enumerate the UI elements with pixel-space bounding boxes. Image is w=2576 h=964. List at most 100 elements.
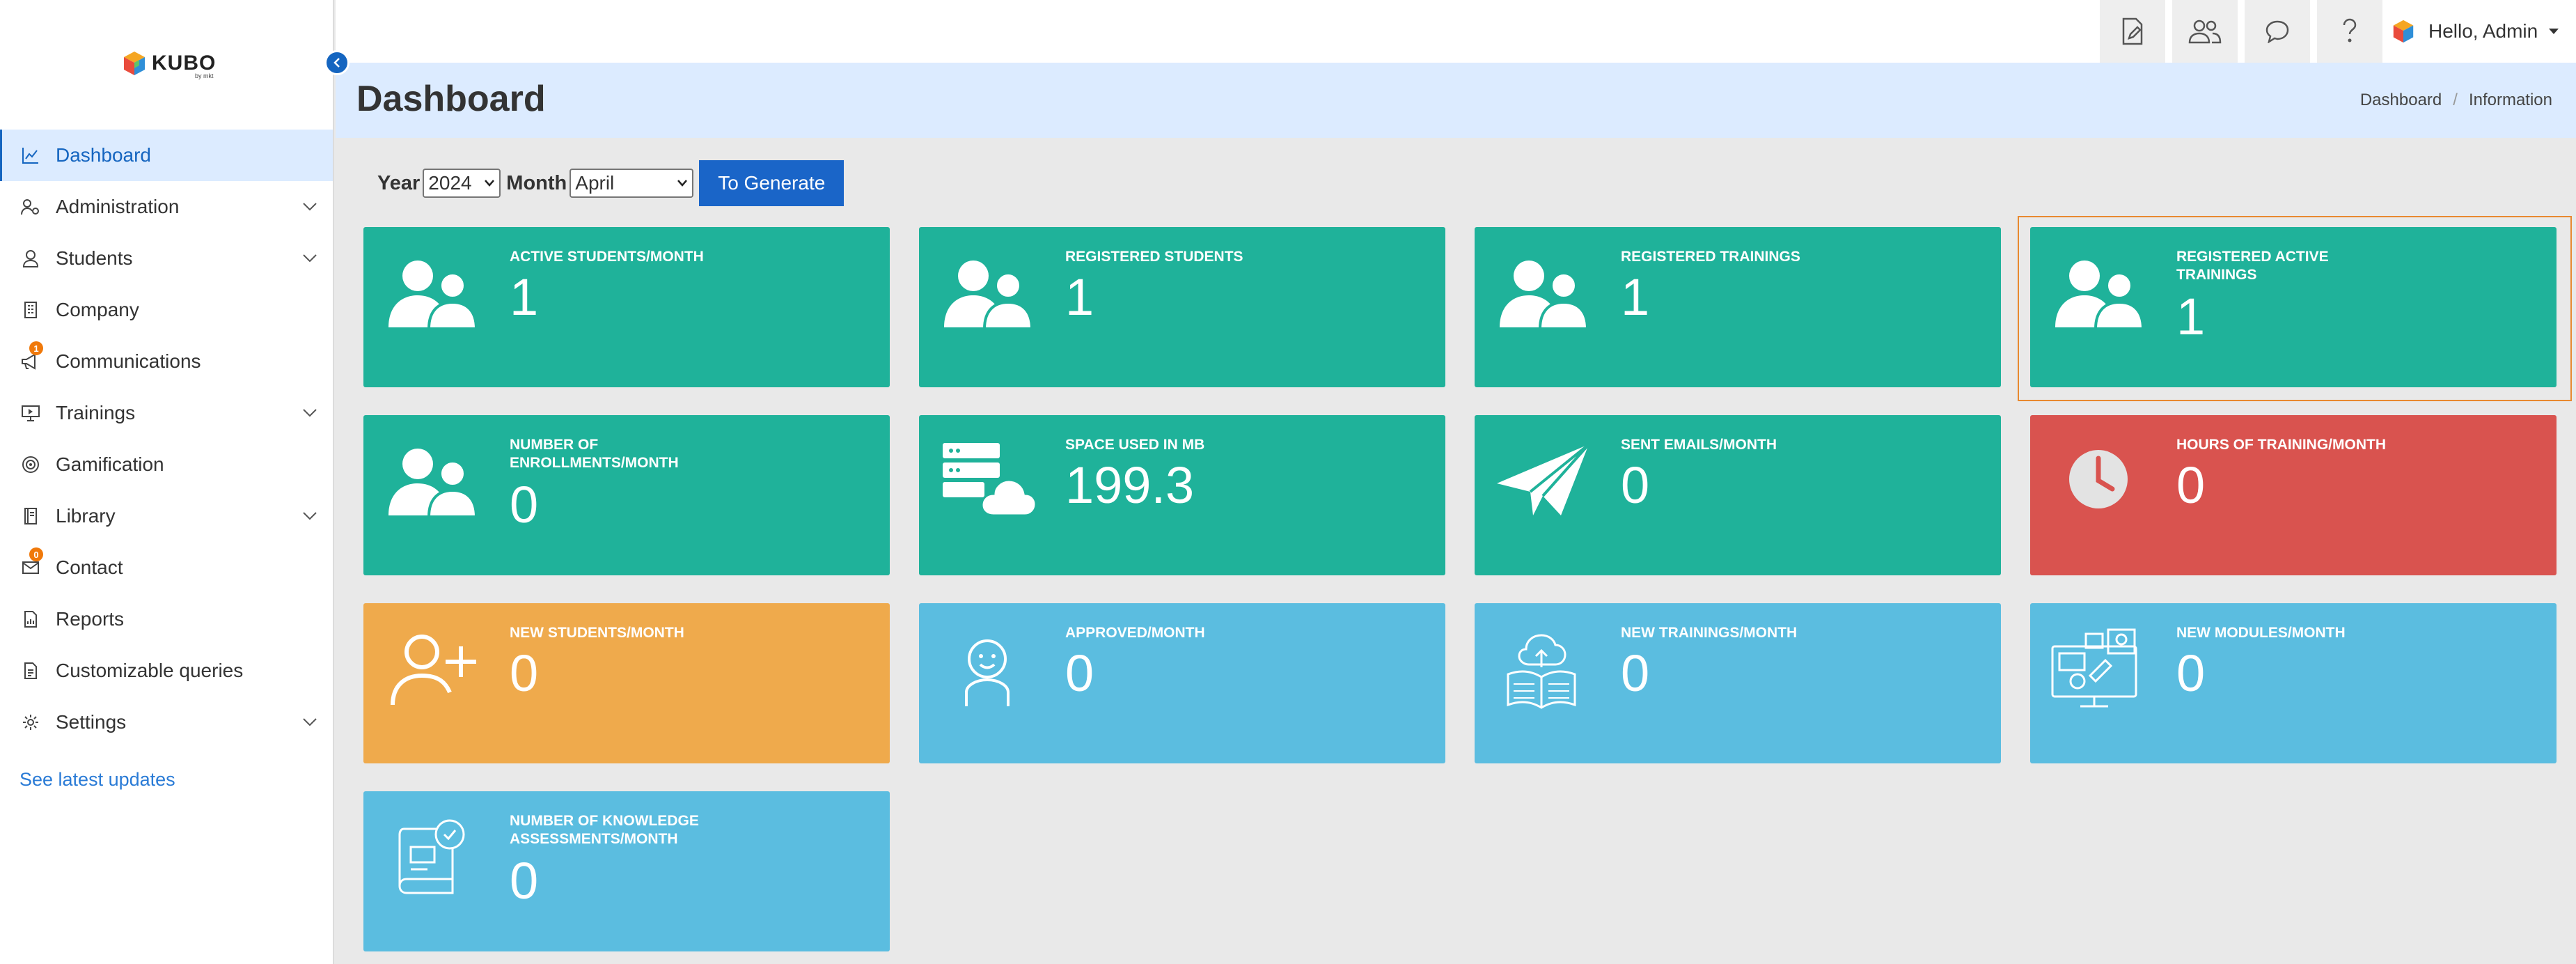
assessment-book-icon bbox=[398, 819, 465, 894]
user-plus-icon bbox=[391, 635, 476, 706]
notification-badge: 0 bbox=[29, 547, 43, 561]
server-cloud-icon bbox=[943, 443, 1036, 517]
card-label: SPACE USED IN MB bbox=[1065, 437, 1205, 453]
stat-card-approved-month[interactable]: APPROVED/MONTH 0 bbox=[919, 603, 1445, 763]
sidebar-item-customizable-queries[interactable]: Customizable queries bbox=[0, 645, 333, 697]
notification-badge: 1 bbox=[29, 341, 43, 355]
users-icon bbox=[1500, 261, 1589, 330]
chevron-down-icon bbox=[299, 248, 320, 269]
sidebar-item-label: Administration bbox=[56, 196, 180, 217]
stat-card-hours-of-training-month[interactable]: HOURS OF TRAINING/MONTH 0 bbox=[2030, 415, 2557, 575]
breadcrumb-item-information: Information bbox=[2468, 91, 2552, 109]
report-icon bbox=[19, 608, 42, 630]
sidebar-menu: Dashboard Administration Students Compan… bbox=[0, 130, 333, 748]
card-value: 0 bbox=[1621, 644, 1650, 702]
page-title: Dashboard bbox=[356, 79, 546, 119]
sidebar-item-label: Dashboard bbox=[56, 144, 151, 166]
smile-user-icon bbox=[965, 639, 1010, 706]
sidebar-item-trainings[interactable]: Trainings bbox=[0, 387, 333, 439]
users-icon bbox=[388, 449, 478, 518]
clock-icon bbox=[2069, 450, 2128, 508]
stat-card-registered-students[interactable]: REGISTERED STUDENTS 1 bbox=[919, 227, 1445, 387]
card-value: 1 bbox=[2176, 288, 2206, 345]
presentation-icon bbox=[19, 402, 42, 424]
sidebar-item-label: Communications bbox=[56, 350, 201, 372]
card-value: 0 bbox=[510, 852, 539, 910]
card-label: REGISTERED ACTIVE TRAININGS bbox=[2176, 249, 2329, 283]
card-value: 1 bbox=[510, 268, 539, 326]
sidebar-collapse-button[interactable] bbox=[324, 50, 350, 75]
card-label: REGISTERED STUDENTS bbox=[1065, 249, 1243, 265]
stat-card-registered-trainings[interactable]: REGISTERED TRAININGS 1 bbox=[1475, 227, 2001, 387]
card-label: HOURS OF TRAINING/MONTH bbox=[2176, 437, 2386, 453]
month-select[interactable]: April bbox=[570, 169, 694, 198]
card-value: 0 bbox=[510, 476, 539, 534]
logo-text: KUBO bbox=[152, 52, 217, 75]
sidebar-item-settings[interactable]: Settings bbox=[0, 697, 333, 748]
card-label: SENT EMAILS/MONTH bbox=[1621, 437, 1777, 453]
sidebar-item-library[interactable]: Library bbox=[0, 490, 333, 542]
card-value: 199.3 bbox=[1065, 456, 1195, 514]
month-select-value: April bbox=[575, 172, 615, 194]
sidebar-item-label: Company bbox=[56, 299, 139, 320]
card-label: APPROVED/MONTH bbox=[1065, 625, 1205, 641]
chevron-down-icon bbox=[299, 506, 320, 527]
stat-card-new-trainings-month[interactable]: NEW TRAININGS/MONTH 0 bbox=[1475, 603, 2001, 763]
chevron-left-icon bbox=[333, 58, 340, 68]
to-generate-button[interactable]: To Generate bbox=[699, 160, 845, 206]
year-label: Year bbox=[377, 171, 421, 194]
edit-document-button[interactable] bbox=[2100, 0, 2165, 63]
stat-card-new-modules-month[interactable]: NEW MODULES/MONTH 0 bbox=[2030, 603, 2557, 763]
chart-line-icon bbox=[19, 144, 42, 166]
stat-card-registered-active-trainings[interactable]: REGISTERED ACTIVE TRAININGS 1 bbox=[2030, 227, 2557, 387]
stat-card-new-students-month[interactable]: NEW STUDENTS/MONTH 0 bbox=[363, 603, 890, 763]
sidebar-item-reports[interactable]: Reports bbox=[0, 593, 333, 645]
card-label: ACTIVE STUDENTS/MONTH bbox=[510, 249, 704, 265]
card-label: NUMBER OF ENROLLMENTS/MONTH bbox=[510, 437, 679, 471]
month-label: Month bbox=[506, 171, 567, 194]
page-header: Dashboard Dashboard / Information bbox=[336, 63, 2576, 138]
kubo-logo[interactable]: KUBO by mkt bbox=[121, 46, 216, 81]
logo-subtext: by mkt bbox=[195, 72, 214, 79]
edit-document-icon bbox=[2122, 17, 2143, 45]
target-icon bbox=[19, 453, 42, 476]
see-latest-updates-link[interactable]: See latest updates bbox=[19, 769, 175, 791]
breadcrumb-separator: / bbox=[2453, 91, 2458, 109]
sidebar-item-administration[interactable]: Administration bbox=[0, 181, 333, 233]
card-value: 1 bbox=[1621, 268, 1650, 326]
chevron-down-icon bbox=[677, 180, 688, 187]
breadcrumb: Dashboard / Information bbox=[2360, 91, 2552, 110]
year-select[interactable]: 2024 bbox=[423, 169, 501, 198]
topbar: Hello, Admin bbox=[336, 0, 2576, 63]
chat-button[interactable] bbox=[2245, 0, 2310, 63]
sidebar-item-label: Settings bbox=[56, 711, 127, 733]
sidebar-item-contact[interactable]: 0 Contact bbox=[0, 542, 333, 593]
sidebar-item-gamification[interactable]: Gamification bbox=[0, 439, 333, 490]
stat-card-enrollments-month[interactable]: NUMBER OF ENROLLMENTS/MONTH 0 bbox=[363, 415, 890, 575]
chevron-down-icon bbox=[485, 180, 495, 187]
stat-card-space-used[interactable]: SPACE USED IN MB 199.3 bbox=[919, 415, 1445, 575]
sidebar-item-dashboard[interactable]: Dashboard bbox=[0, 130, 333, 181]
sidebar-item-company[interactable]: Company bbox=[0, 284, 333, 336]
filters-bar: Year 2024 Month April To Generate bbox=[377, 160, 845, 206]
user-greeting: Hello, Admin bbox=[2428, 20, 2538, 42]
user-menu[interactable]: Hello, Admin bbox=[2391, 0, 2560, 63]
users-cog-icon bbox=[19, 196, 42, 218]
card-label: NUMBER OF KNOWLEDGE ASSESSMENTS/MONTH bbox=[510, 813, 699, 847]
breadcrumb-item-dashboard[interactable]: Dashboard bbox=[2360, 91, 2442, 110]
card-value: 0 bbox=[2176, 456, 2206, 514]
sidebar-item-communications[interactable]: 1 Communications bbox=[0, 336, 333, 387]
caret-down-icon bbox=[2549, 29, 2559, 34]
stat-card-knowledge-assessments-month[interactable]: NUMBER OF KNOWLEDGE ASSESSMENTS/MONTH 0 bbox=[363, 791, 890, 951]
sidebar-item-label: Students bbox=[56, 247, 133, 269]
sidebar-item-students[interactable]: Students bbox=[0, 233, 333, 284]
users-button[interactable] bbox=[2172, 0, 2238, 63]
help-button[interactable] bbox=[2317, 0, 2382, 63]
building-icon bbox=[19, 299, 42, 321]
card-value: 0 bbox=[2176, 644, 2206, 702]
cube-logo-icon bbox=[124, 52, 145, 75]
stat-card-active-students-month[interactable]: ACTIVE STUDENTS/MONTH 1 bbox=[363, 227, 890, 387]
card-value: 0 bbox=[510, 644, 539, 702]
stat-card-sent-emails-month[interactable]: SENT EMAILS/MONTH 0 bbox=[1475, 415, 2001, 575]
users-icon bbox=[388, 261, 478, 330]
